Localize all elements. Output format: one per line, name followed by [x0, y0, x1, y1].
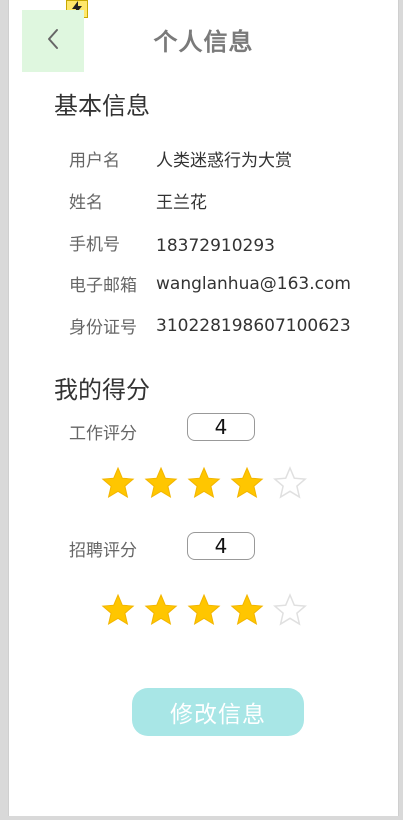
star-filled-icon[interactable] [230, 593, 264, 627]
star-filled-icon[interactable] [144, 466, 178, 500]
star-filled-icon[interactable] [187, 466, 221, 500]
info-row-username: 用户名 人类迷惑行为大赏 [69, 146, 389, 172]
star-filled-icon[interactable] [101, 466, 135, 500]
username-label: 用户名 [69, 151, 120, 171]
info-row-phone: 手机号 18372910293 [69, 230, 389, 256]
info-row-name: 姓名 王兰花 [69, 188, 389, 214]
email-value: wanglanhua@163.com [156, 274, 351, 294]
scores-title: 我的得分 [54, 376, 150, 404]
basic-info-title: 基本信息 [54, 92, 150, 120]
recruit-rating-stars [101, 593, 321, 633]
id-value: 310228198607100623 [156, 316, 351, 336]
phone-screen: 个人信息 基本信息 用户名 人类迷惑行为大赏 姓名 王兰花 手机号 183729… [8, 0, 399, 816]
info-row-id: 身份证号 310228198607100623 [69, 313, 389, 339]
star-filled-icon[interactable] [101, 593, 135, 627]
work-score-label: 工作评分 [69, 424, 137, 444]
id-label: 身份证号 [69, 318, 137, 338]
phone-label: 手机号 [69, 235, 120, 255]
star-filled-icon[interactable] [230, 466, 264, 500]
star-filled-icon[interactable] [187, 593, 221, 627]
page-title: 个人信息 [153, 28, 254, 56]
star-filled-icon[interactable] [144, 593, 178, 627]
recruit-score-label: 招聘评分 [69, 541, 137, 561]
username-value: 人类迷惑行为大赏 [156, 151, 292, 171]
edit-info-button[interactable]: 修改信息 [132, 688, 304, 736]
work-rating-stars [101, 466, 321, 506]
work-score-box: 4 [187, 413, 255, 441]
email-label: 电子邮箱 [69, 276, 137, 296]
star-empty-icon[interactable] [272, 593, 308, 627]
name-value: 王兰花 [156, 193, 207, 213]
star-empty-icon[interactable] [272, 466, 308, 500]
info-row-email: 电子邮箱 wanglanhua@163.com [69, 271, 389, 297]
name-label: 姓名 [69, 193, 103, 213]
recruit-score-box: 4 [187, 532, 255, 560]
phone-value: 18372910293 [156, 236, 275, 256]
